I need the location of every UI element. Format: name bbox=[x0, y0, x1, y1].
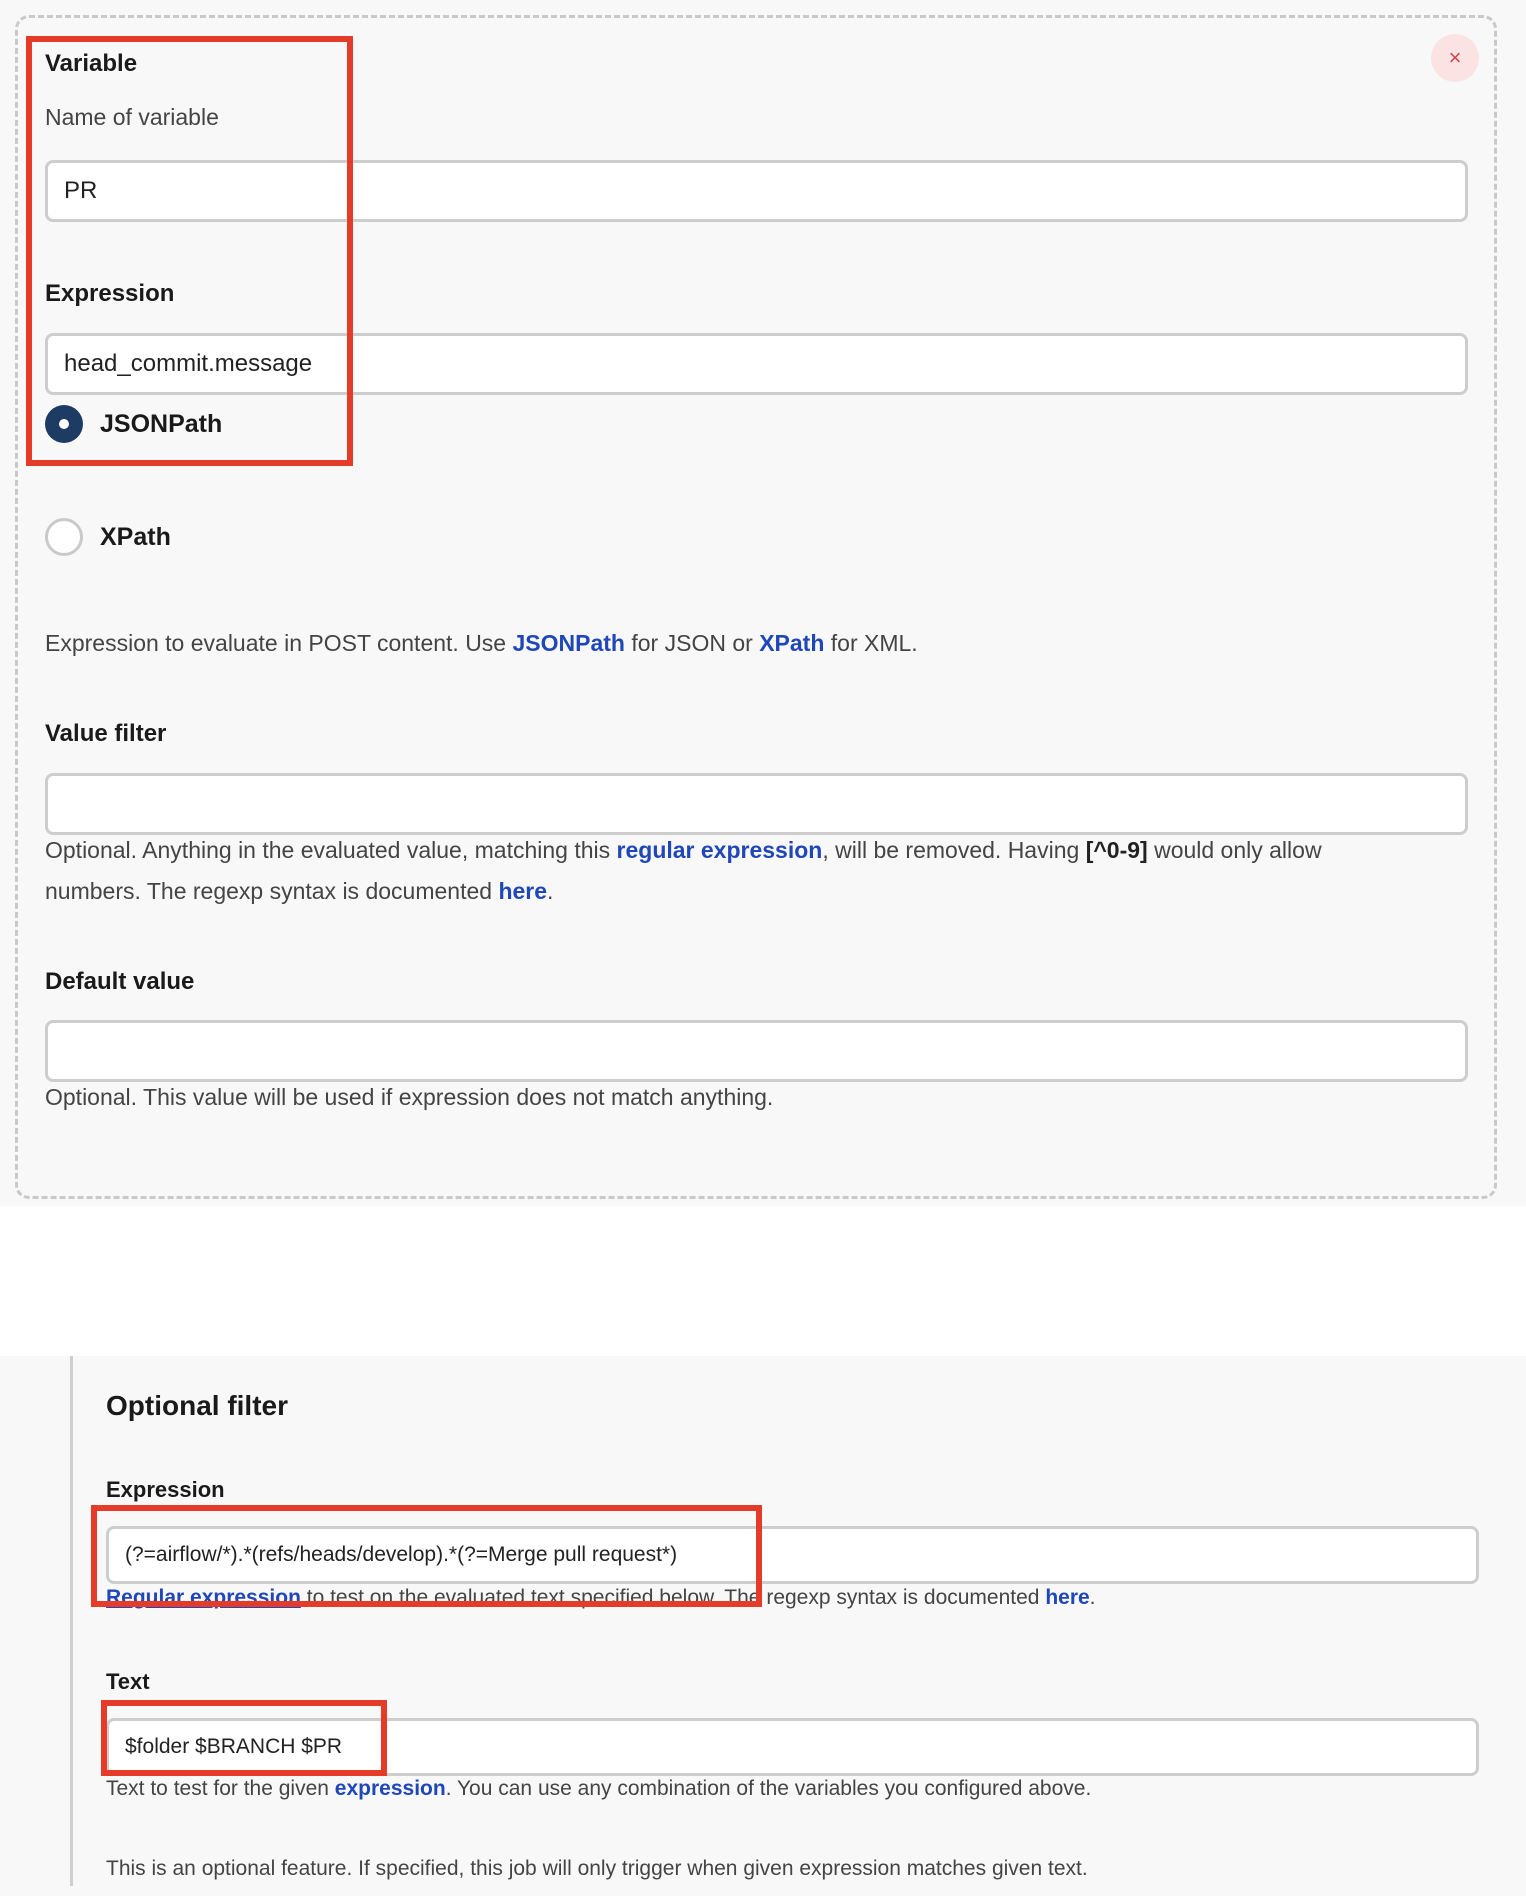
xpath-radio-label[interactable]: XPath bbox=[100, 523, 171, 552]
optional-feature-note: This is an optional feature. If specifie… bbox=[106, 1857, 1088, 1880]
value-filter-help-text: , will be removed. Having bbox=[822, 837, 1086, 863]
optional-filter-panel bbox=[0, 1356, 1526, 1896]
text-help-text: . You can use any combination of the var… bbox=[445, 1777, 1092, 1800]
expression-help-text: for XML. bbox=[824, 630, 918, 656]
text-help: Text to test for the given expression. Y… bbox=[106, 1777, 1091, 1801]
xpath-link[interactable]: XPath bbox=[759, 630, 824, 656]
regular-expression-link[interactable]: regular expression bbox=[617, 837, 823, 863]
xpath-radio[interactable] bbox=[45, 518, 83, 556]
default-value-input[interactable] bbox=[45, 1020, 1468, 1082]
variable-panel: × Variable Name of variable PR Expressio… bbox=[0, 0, 1526, 1206]
value-filter-help-text: Optional. Anything in the evaluated valu… bbox=[45, 837, 617, 863]
expression-link[interactable]: expression bbox=[335, 1777, 446, 1800]
value-filter-label: Value filter bbox=[45, 720, 167, 747]
jsonpath-link[interactable]: JSONPath bbox=[513, 630, 625, 656]
section-divider bbox=[70, 1356, 73, 1886]
default-value-label: Default value bbox=[45, 968, 195, 995]
text-help-text: Text to test for the given bbox=[106, 1777, 335, 1800]
regexp-docs-link-2[interactable]: here bbox=[1045, 1586, 1089, 1609]
text-label: Text bbox=[106, 1669, 150, 1694]
optional-filter-heading: Optional filter bbox=[106, 1390, 288, 1421]
default-value-help: Optional. This value will be used if exp… bbox=[45, 1084, 774, 1110]
expression-help-text: Expression to evaluate in POST content. … bbox=[45, 630, 513, 656]
highlight-box-expression bbox=[91, 1505, 762, 1607]
filter-expression-help-text: . bbox=[1089, 1586, 1096, 1609]
value-filter-input[interactable] bbox=[45, 773, 1468, 835]
highlight-box-text bbox=[101, 1700, 387, 1776]
regex-example-code: [^0-9] bbox=[1085, 837, 1148, 863]
filter-expression-label: Expression bbox=[106, 1477, 225, 1502]
value-filter-help-text: would only allow bbox=[1147, 837, 1322, 863]
expression-help-text: for JSON or bbox=[624, 630, 760, 656]
expression-help: Expression to evaluate in POST content. … bbox=[45, 623, 918, 664]
highlight-box-variable bbox=[26, 36, 353, 466]
close-icon[interactable]: × bbox=[1431, 34, 1479, 82]
value-filter-help: Optional. Anything in the evaluated valu… bbox=[45, 830, 1465, 912]
value-filter-help-text: numbers. The regexp syntax is documented bbox=[45, 878, 499, 904]
value-filter-help-text: . bbox=[547, 878, 554, 904]
regexp-docs-link[interactable]: here bbox=[498, 878, 547, 904]
